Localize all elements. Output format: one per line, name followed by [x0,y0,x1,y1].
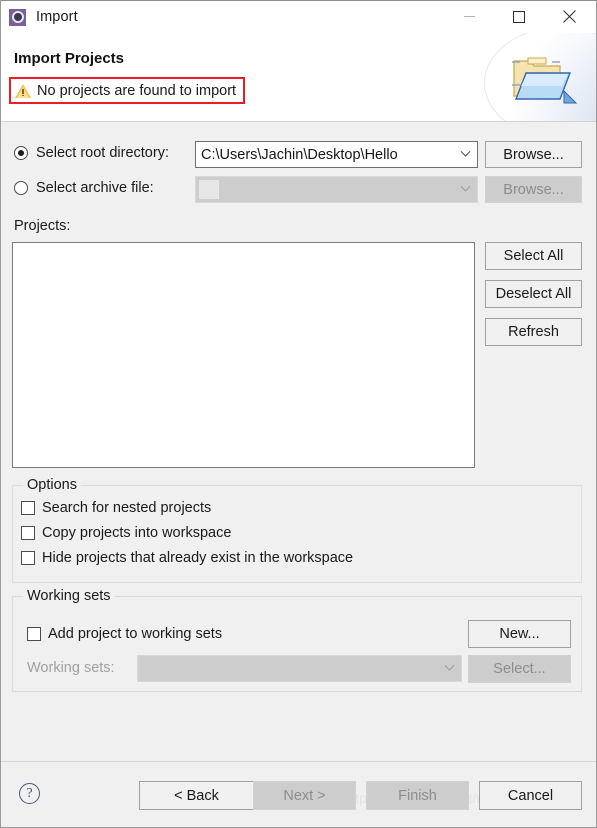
root-directory-label: Select root directory: [36,145,169,161]
window-title: Import [36,9,78,25]
maximize-icon [513,10,525,23]
select-working-set-button: Select... [468,655,571,683]
new-working-set-button[interactable]: New... [468,620,571,648]
archive-file-combo [195,176,478,203]
checkbox-indicator [27,627,41,641]
checkbox-label: Hide projects that already exist in the … [42,550,354,566]
checkbox-indicator [21,551,35,565]
minimize-button[interactable] [446,1,492,32]
working-sets-combo [137,655,462,682]
archive-file-label: Select archive file: [36,180,154,196]
checkbox-indicator [21,501,35,515]
working-sets-legend: Working sets [23,588,115,604]
options-group: Options Search for nested projects Copy … [12,477,582,583]
chevron-down-icon[interactable] [453,142,477,167]
checkbox-copy-projects-into-workspace[interactable]: Copy projects into workspace [21,525,231,541]
root-directory-value: C:\Users\Jachin\Desktop\Hello [201,146,398,163]
page-title: Import Projects [14,50,125,67]
dialog-body: Select root directory: C:\Users\Jachin\D… [1,123,596,761]
checkbox-label: Copy projects into workspace [42,525,232,541]
minimize-icon [463,16,475,17]
import-dialog-window: Import Import Projects No projects are f… [0,0,597,828]
status-message-box: No projects are found to import [9,77,246,104]
help-icon[interactable]: ? [19,783,40,804]
chevron-down-icon [437,656,461,681]
checkbox-search-nested-projects[interactable]: Search for nested projects [21,500,211,516]
maximize-button[interactable] [496,1,542,32]
title-bar: Import [1,1,596,33]
deselect-all-button[interactable]: Deselect All [485,280,582,308]
close-button[interactable] [546,1,592,32]
finish-button: Finish [366,781,469,810]
checkbox-label: Add project to working sets [48,626,223,642]
next-button: Next > [253,781,356,810]
browse-root-directory-button[interactable]: Browse... [485,141,582,168]
radio-root-directory-indicator [14,146,28,160]
root-directory-combo[interactable]: C:\Users\Jachin\Desktop\Hello [195,141,478,168]
refresh-button[interactable]: Refresh [485,318,582,346]
warning-icon [15,83,31,98]
close-icon [562,10,576,24]
root-directory-radio[interactable]: Select root directory: [14,145,169,161]
status-message-text: No projects are found to import [37,82,237,99]
checkbox-add-project-to-working-sets[interactable]: Add project to working sets [27,626,222,642]
checkbox-hide-existing-projects[interactable]: Hide projects that already exist in the … [21,550,353,566]
chevron-down-icon [453,177,477,202]
cancel-button[interactable]: Cancel [479,781,582,810]
working-sets-group: Working sets Add project to working sets… [12,588,582,692]
back-button[interactable]: < Back [139,781,254,810]
checkbox-label: Search for nested projects [42,500,212,516]
projects-label: Projects: [14,218,71,234]
archive-file-radio[interactable]: Select archive file: [14,180,154,196]
working-sets-combo-label: Working sets: [27,660,115,676]
select-all-button[interactable]: Select All [485,242,582,270]
eclipse-import-icon [9,8,26,26]
checkbox-indicator [21,526,35,540]
options-legend: Options [23,477,81,493]
radio-archive-file-indicator [14,181,28,195]
dialog-header: Import Projects No projects are found to… [1,33,596,122]
folder-import-icon [512,57,578,104]
browse-archive-file-button: Browse... [485,176,582,203]
projects-list[interactable] [12,242,475,468]
